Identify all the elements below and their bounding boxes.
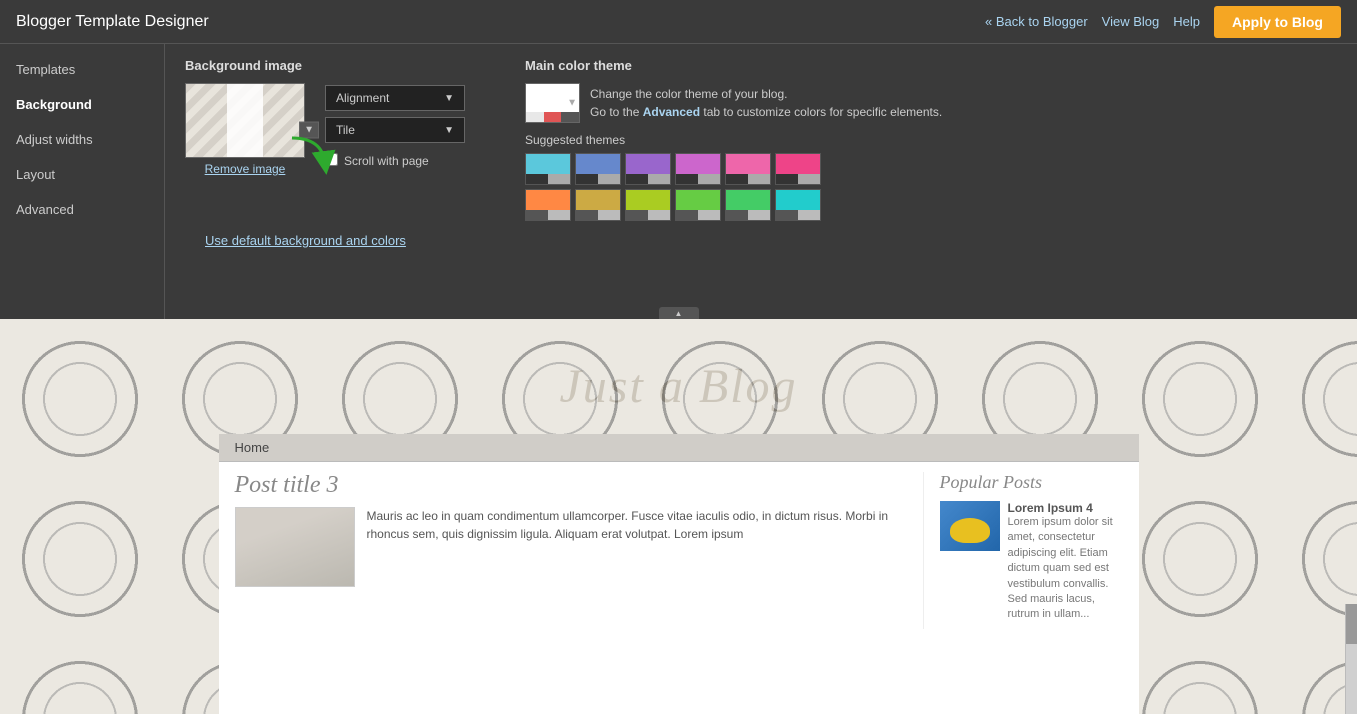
alignment-label: Alignment bbox=[336, 91, 389, 105]
theme-swatch-3[interactable] bbox=[675, 153, 721, 185]
background-section: Background image ▼ Remove image Alignmen… bbox=[185, 58, 465, 176]
background-section-title: Background image bbox=[185, 58, 465, 73]
theme-swatch-0[interactable] bbox=[525, 153, 571, 185]
sidebar-item-background[interactable]: Background bbox=[0, 87, 164, 122]
swatch-colors bbox=[526, 112, 579, 122]
theme-swatch-2[interactable] bbox=[625, 153, 671, 185]
color-theme-section: Main color theme ▼ Change the color them… bbox=[525, 58, 942, 221]
sidebar-item-adjust-widths[interactable]: Adjust widths bbox=[0, 122, 164, 157]
bg-image-chevron-button[interactable]: ▼ bbox=[299, 121, 319, 138]
theme-swatch-9[interactable] bbox=[675, 189, 721, 221]
arrow-wrapper bbox=[325, 153, 338, 169]
blog-preview: Just a Blog Home Post title 3 Mauris ac … bbox=[0, 319, 1357, 714]
suggested-themes-label: Suggested themes bbox=[525, 133, 942, 147]
popular-item-title: Lorem Ipsum 4 bbox=[1008, 501, 1123, 515]
color-theme-title: Main color theme bbox=[525, 58, 942, 73]
theme-swatch-7[interactable] bbox=[575, 189, 621, 221]
swatch-chevron-icon: ▼ bbox=[567, 98, 577, 109]
popular-posts-title: Popular Posts bbox=[940, 472, 1123, 493]
topbar-actions: « Back to Blogger View Blog Help Apply t… bbox=[985, 6, 1341, 38]
designer-panel: Templates Background Adjust widths Layou… bbox=[0, 44, 1357, 319]
help-link[interactable]: Help bbox=[1173, 14, 1200, 29]
bg-preview-container: ▼ Remove image bbox=[185, 83, 305, 176]
view-blog-link[interactable]: View Blog bbox=[1102, 14, 1160, 29]
theme-swatch-4[interactable] bbox=[725, 153, 771, 185]
theme-row-1 bbox=[525, 153, 942, 185]
theme-swatch-1[interactable] bbox=[575, 153, 621, 185]
post-text: Mauris ac leo in quam condimentum ullamc… bbox=[365, 507, 923, 543]
use-default-link[interactable]: Use default background and colors bbox=[185, 233, 406, 248]
scroll-with-page-checkbox[interactable] bbox=[325, 153, 338, 166]
background-image-row: ▼ Remove image Alignment ▼ Tile ▼ bbox=[185, 83, 465, 176]
scrollbar[interactable]: ▲ ▼ bbox=[1345, 604, 1357, 714]
post-image bbox=[235, 507, 355, 587]
alignment-chevron-icon: ▼ bbox=[444, 93, 454, 104]
popular-item-content: Lorem Ipsum 4 Lorem ipsum dolor sit amet… bbox=[1008, 501, 1123, 623]
blog-posts: Post title 3 Mauris ac leo in quam condi… bbox=[235, 472, 923, 629]
color-desc-line2-prefix: Go to the bbox=[590, 105, 643, 119]
remove-image-link[interactable]: Remove image bbox=[185, 162, 305, 176]
color-theme-description: Change the color theme of your blog. Go … bbox=[590, 85, 942, 121]
main-swatch-button[interactable]: ▼ bbox=[525, 83, 580, 123]
blog-content-wrapper: Home Post title 3 Mauris ac leo in quam … bbox=[219, 434, 1139, 714]
topbar: Blogger Template Designer « Back to Blog… bbox=[0, 0, 1357, 44]
popular-item-text: Lorem ipsum dolor sit amet, consectetur … bbox=[1008, 515, 1123, 623]
blog-sidebar: Popular Posts Lorem Ipsum 4 Lorem ipsum … bbox=[923, 472, 1123, 629]
theme-swatch-6[interactable] bbox=[525, 189, 571, 221]
advanced-tab-link[interactable]: Advanced bbox=[643, 105, 700, 119]
theme-swatch-11[interactable] bbox=[775, 189, 821, 221]
color-desc-line2-suffix: tab to customize colors for specific ele… bbox=[700, 105, 942, 119]
suggested-themes-grid bbox=[525, 153, 942, 221]
popular-item: Lorem Ipsum 4 Lorem ipsum dolor sit amet… bbox=[940, 501, 1123, 623]
swatch-color-2 bbox=[544, 112, 562, 122]
theme-swatch-8[interactable] bbox=[625, 189, 671, 221]
scroll-label: Scroll with page bbox=[344, 154, 429, 168]
swatch-color-1 bbox=[526, 112, 544, 122]
post-image-inner bbox=[236, 508, 354, 586]
blog-nav: Home bbox=[219, 434, 1139, 462]
tile-chevron-icon: ▼ bbox=[444, 125, 454, 136]
sidebar-item-advanced[interactable]: Advanced bbox=[0, 192, 164, 227]
post-content: Mauris ac leo in quam condimentum ullamc… bbox=[235, 507, 923, 593]
design-area: Background image ▼ Remove image Alignmen… bbox=[165, 44, 1357, 319]
app-title: Blogger Template Designer bbox=[16, 13, 209, 31]
color-swatch-main: ▼ Change the color theme of your blog. G… bbox=[525, 83, 942, 123]
theme-row-2 bbox=[525, 189, 942, 221]
bg-image-preview[interactable] bbox=[185, 83, 305, 158]
scroll-row: Scroll with page bbox=[325, 153, 465, 169]
swatch-color-3 bbox=[561, 112, 579, 122]
collapse-handle[interactable] bbox=[659, 307, 699, 319]
tile-dropdown[interactable]: Tile ▼ bbox=[325, 117, 465, 143]
sidebar-item-layout[interactable]: Layout bbox=[0, 157, 164, 192]
post-title: Post title 3 bbox=[235, 472, 923, 499]
apply-to-blog-button[interactable]: Apply to Blog bbox=[1214, 6, 1341, 38]
alignment-dropdown[interactable]: Alignment ▼ bbox=[325, 85, 465, 111]
bg-controls: Alignment ▼ Tile ▼ bbox=[325, 83, 465, 169]
blog-main-content: Post title 3 Mauris ac leo in quam condi… bbox=[219, 462, 1139, 639]
popular-item-thumbnail bbox=[940, 501, 1000, 551]
sidebar-item-templates[interactable]: Templates bbox=[0, 52, 164, 87]
color-desc-line1: Change the color theme of your blog. bbox=[590, 87, 787, 101]
back-to-blogger-link[interactable]: « Back to Blogger bbox=[985, 14, 1088, 29]
sidebar: Templates Background Adjust widths Layou… bbox=[0, 44, 165, 319]
blog-nav-home[interactable]: Home bbox=[235, 440, 270, 455]
theme-swatch-10[interactable] bbox=[725, 189, 771, 221]
tile-label: Tile bbox=[336, 123, 355, 137]
scrollbar-thumb[interactable] bbox=[1346, 604, 1357, 644]
theme-swatch-5[interactable] bbox=[775, 153, 821, 185]
